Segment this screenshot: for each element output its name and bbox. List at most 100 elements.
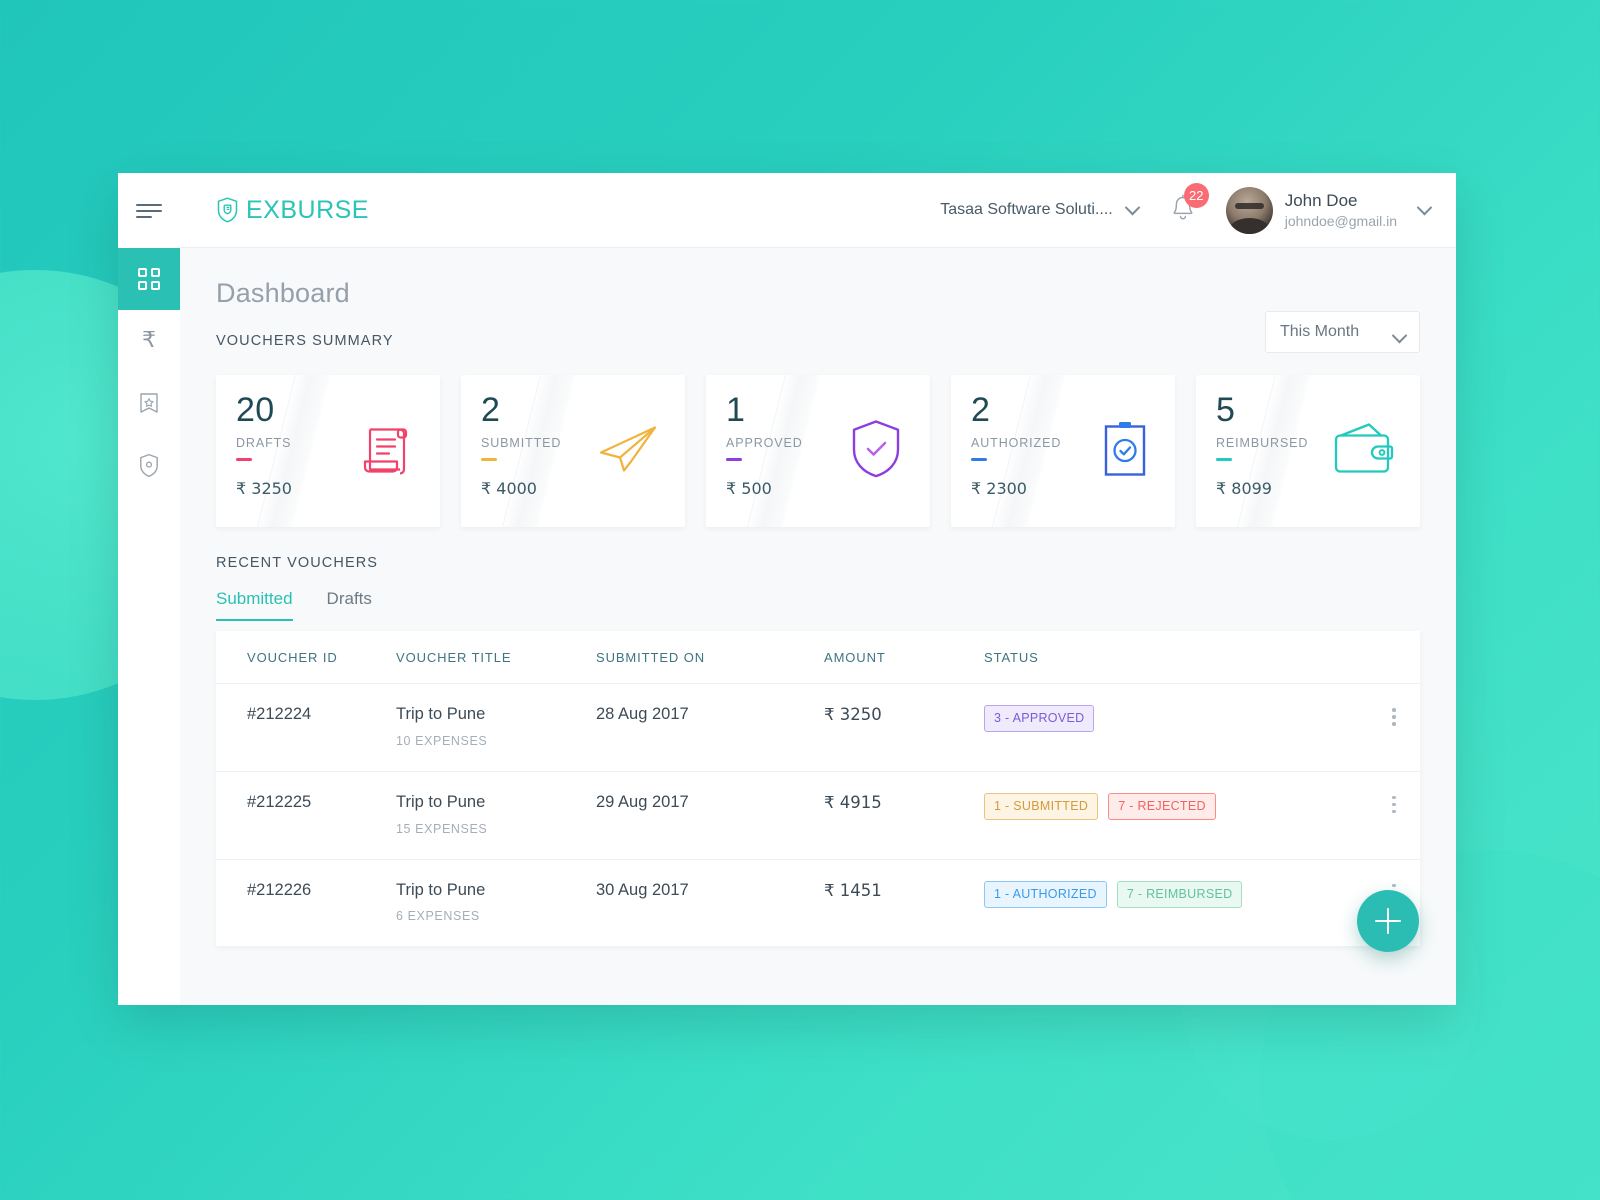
period-select[interactable]: This Month — [1265, 311, 1420, 353]
voucher-title: Trip to Pune — [396, 792, 486, 811]
star-card-icon — [140, 393, 158, 413]
main-column: EXBURSE Tasaa Software Soluti.... 22 Joh… — [180, 173, 1456, 1005]
voucher-expenses: 10 EXPENSES — [396, 733, 488, 748]
app-window: ₹ EXBURSE Tasaa Software Soluti.... 22 J… — [118, 173, 1456, 1005]
content-area: Dashboard VOUCHERS SUMMARY This Month 20… — [180, 248, 1456, 1005]
hamburger-icon[interactable] — [136, 203, 162, 218]
chevron-down-icon — [1124, 199, 1140, 215]
sidebar-item-expenses[interactable]: ₹ — [118, 310, 180, 372]
voucher-tabs: Submitted Drafts — [216, 589, 1420, 621]
status-badge: 3 - APPROVED — [984, 705, 1095, 732]
voucher-id: #212226 — [247, 880, 312, 899]
card-rule — [236, 458, 252, 461]
tab-submitted[interactable]: Submitted — [216, 589, 293, 621]
card-rule — [1216, 458, 1232, 461]
brand-logo[interactable]: EXBURSE — [216, 196, 369, 225]
notifications-button[interactable]: 22 — [1168, 182, 1209, 229]
clipboard-check-icon — [1101, 419, 1149, 484]
cell-amount: ₹ 4915 — [824, 771, 984, 860]
card-amount: ₹ 8099 — [1216, 479, 1272, 498]
column-voucher-title: VOUCHER TITLE — [396, 631, 596, 684]
card-rule — [971, 458, 987, 461]
voucher-amount: ₹ 3250 — [824, 705, 882, 724]
cell-voucher-id: #212226 — [216, 859, 396, 947]
shield-logo-icon — [217, 197, 238, 223]
voucher-expenses: 6 EXPENSES — [396, 909, 480, 924]
summary-card-approved[interactable]: 1 APPROVED ₹ 500 — [706, 375, 930, 527]
cell-status: 1 - AUTHORIZED 7 - REIMBURSED — [984, 859, 1368, 947]
summary-card-submitted[interactable]: 2 SUBMITTED ₹ 4000 — [461, 375, 685, 527]
avatar — [1225, 186, 1273, 234]
user-email: johndoe@gmail.in — [1284, 212, 1397, 229]
organization-selector[interactable]: Tasaa Software Soluti.... — [940, 199, 1140, 219]
table-row[interactable]: #212224 Trip to Pune 10 EXPENSES 28 Aug … — [216, 683, 1420, 772]
page-title: Dashboard — [216, 278, 350, 308]
brand-name: EXBURSE — [246, 195, 369, 224]
voucher-submitted-on: 28 Aug 2017 — [596, 705, 689, 723]
cell-status: 3 - APPROVED — [984, 683, 1368, 772]
status-badge: 1 - SUBMITTED — [984, 792, 1099, 820]
cell-voucher-id: #212224 — [216, 683, 396, 772]
voucher-id: #212225 — [247, 792, 312, 811]
organization-name: Tasaa Software Soluti.... — [940, 201, 1113, 218]
wallet-icon — [1332, 422, 1394, 481]
card-rule — [481, 458, 497, 461]
column-status: STATUS — [984, 631, 1368, 684]
voucher-submitted-on: 29 Aug 2017 — [596, 792, 689, 811]
shield-check-icon — [848, 418, 904, 485]
cell-submitted-on: 29 Aug 2017 — [596, 771, 824, 860]
table-row[interactable]: #212225 Trip to Pune 15 EXPENSES 29 Aug … — [216, 771, 1420, 860]
cell-status: 1 - SUBMITTED 7 - REJECTED — [984, 771, 1368, 860]
column-voucher-id: VOUCHER ID — [216, 631, 396, 684]
status-badge: 7 - REIMBURSED — [1116, 880, 1243, 908]
period-select-value: This Month — [1280, 323, 1360, 340]
column-amount: AMOUNT — [824, 631, 984, 684]
chevron-down-icon — [1416, 199, 1433, 215]
table-header: VOUCHER ID VOUCHER TITLE SUBMITTED ON AM… — [216, 631, 1420, 684]
user-name: John Doe — [1284, 191, 1358, 211]
row-menu-icon[interactable] — [1368, 793, 1420, 814]
recent-vouchers-label: RECENT VOUCHERS — [216, 555, 379, 571]
chevron-down-icon — [1391, 327, 1408, 344]
voucher-submitted-on: 30 Aug 2017 — [596, 880, 689, 899]
summary-card-drafts[interactable]: 20 DRAFTS ₹ 3250 — [216, 375, 440, 527]
voucher-title: Trip to Pune — [396, 705, 486, 723]
recent-vouchers-table: VOUCHER ID VOUCHER TITLE SUBMITTED ON AM… — [216, 631, 1420, 947]
add-voucher-button[interactable] — [1357, 890, 1419, 952]
cell-voucher-title: Trip to Pune 10 EXPENSES — [396, 683, 596, 772]
sidebar-item-policies[interactable] — [118, 372, 180, 434]
sidebar-item-dashboard[interactable] — [118, 248, 180, 310]
column-submitted-on: SUBMITTED ON — [596, 631, 824, 684]
table-header-row: VOUCHER ID VOUCHER TITLE SUBMITTED ON AM… — [216, 631, 1420, 684]
summary-card-reimbursed[interactable]: 5 REIMBURSED ₹ 8099 — [1196, 375, 1420, 527]
grid-icon — [138, 268, 160, 290]
user-menu[interactable]: John Doe johndoe@gmail.in — [1225, 186, 1433, 234]
status-badge: 1 - AUTHORIZED — [984, 880, 1107, 908]
sidebar: ₹ — [118, 173, 180, 1005]
summary-cards: 20 DRAFTS ₹ 3250 2 SUBMITTED ₹ 4000 1 AP… — [216, 375, 1420, 527]
sidebar-item-approvals[interactable] — [118, 434, 180, 496]
user-info: John Doe johndoe@gmail.in — [1285, 190, 1397, 229]
row-menu-icon[interactable] — [1368, 705, 1420, 726]
table-row[interactable]: #212226 Trip to Pune 6 EXPENSES 30 Aug 2… — [216, 859, 1420, 947]
status-chips: 1 - AUTHORIZED 7 - REIMBURSED — [984, 880, 1368, 908]
cell-actions — [1368, 771, 1420, 860]
voucher-amount: ₹ 1451 — [824, 880, 882, 900]
cell-submitted-on: 30 Aug 2017 — [596, 859, 824, 947]
column-actions — [1368, 631, 1420, 684]
cell-voucher-title: Trip to Pune 6 EXPENSES — [396, 859, 596, 947]
cell-voucher-id: #212225 — [216, 771, 396, 860]
menu-toggle[interactable] — [118, 173, 180, 248]
cell-amount: ₹ 1451 — [824, 859, 984, 947]
card-rule — [726, 458, 742, 461]
tab-drafts[interactable]: Drafts — [327, 589, 372, 621]
shield-icon — [140, 453, 158, 477]
cell-amount: ₹ 3250 — [824, 683, 984, 772]
status-chips: 1 - SUBMITTED 7 - REJECTED — [984, 792, 1368, 820]
voucher-title: Trip to Pune — [396, 880, 486, 899]
status-badge: 7 - REJECTED — [1108, 792, 1216, 820]
card-amount: ₹ 4000 — [481, 479, 537, 498]
status-chips: 3 - APPROVED — [984, 705, 1368, 732]
summary-card-authorized[interactable]: 2 AUTHORIZED ₹ 2300 — [951, 375, 1175, 527]
topbar: EXBURSE Tasaa Software Soluti.... 22 Joh… — [180, 173, 1456, 248]
